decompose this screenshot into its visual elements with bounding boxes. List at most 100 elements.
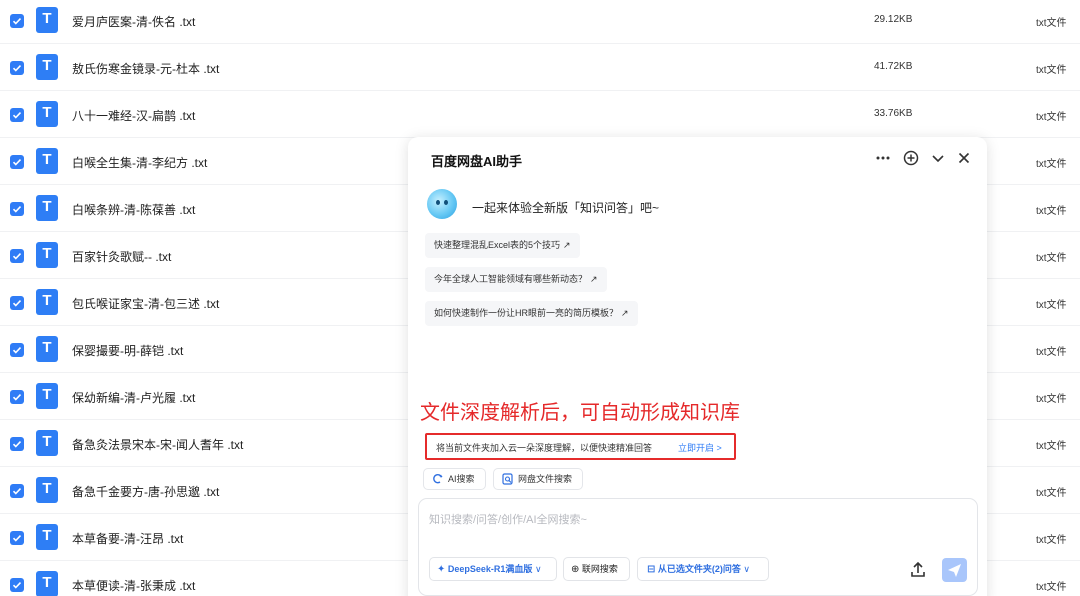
web-search-toggle[interactable]: ⊕ 联网搜索 [563,557,630,581]
row-checkbox[interactable] [10,343,24,357]
ai-assistant-panel: 百度网盘AI助手 一起来体验全新版「知识问答」吧~ 快速整理混乱Excel表的5… [408,137,987,596]
model-selector[interactable]: ✦ DeepSeek-R1满血版 ∨ [429,557,557,581]
enable-kb-link[interactable]: 立即开启 > [678,441,722,454]
txt-file-icon: T [36,477,58,503]
txt-file-icon: T [36,336,58,362]
check-icon [12,18,22,25]
suggestion-2[interactable]: 今年全球人工智能领域有哪些新动态？ ↗ [425,267,607,292]
txt-file-icon: T [36,7,58,33]
chat-input-box[interactable]: 知识搜索/问答/创作/AI全网搜索~ ✦ DeepSeek-R1满血版 ∨ ⊕ … [418,498,978,596]
check-icon [12,65,22,72]
annotation-text: 文件深度解析后，可自动形成知识库 [420,402,740,424]
file-search-icon [502,473,513,485]
file-row[interactable]: T 爱月庐医案-清-佚名 .txt 29.12KB txt文件 [0,0,1080,44]
row-checkbox[interactable] [10,249,24,263]
file-row[interactable]: T 敖氏伤寒金镜录-元-杜本 .txt 41.72KB txt文件 [0,44,1080,91]
file-name[interactable]: 百家针灸歌赋-- .txt [72,248,171,265]
arrow-up-right-icon: ↗ [590,274,598,284]
txt-file-icon: T [36,524,58,550]
sparkle-icon: ✦ [437,564,446,575]
check-icon [12,300,22,307]
txt-file-icon: T [36,101,58,127]
file-name[interactable]: 备急千金要方-唐-孙思邈 .txt [72,483,219,500]
netdisk-search-chip[interactable]: 网盘文件搜索 [493,468,584,490]
check-icon [12,394,22,401]
check-icon [12,535,22,542]
file-type: txt文件 [1036,206,1067,217]
arrow-up-right-icon: ↗ [621,308,629,318]
row-checkbox[interactable] [10,437,24,451]
txt-file-icon: T [36,430,58,456]
row-checkbox[interactable] [10,202,24,216]
txt-file-icon: T [36,383,58,409]
more-icon[interactable] [874,149,892,167]
file-size: 33.76KB [874,108,913,119]
knowledge-base-prompt: 将当前文件夹加入云一朵深度理解，以便快速精准回答 立即开启 > [425,433,736,460]
row-checkbox[interactable] [10,14,24,28]
chat-input-placeholder: 知识搜索/问答/创作/AI全网搜索~ [429,514,587,526]
upload-icon[interactable] [908,560,928,580]
row-checkbox[interactable] [10,155,24,169]
assistant-avatar [427,189,457,219]
kb-prompt-text: 将当前文件夹加入云一朵深度理解，以便快速精准回答 [436,443,653,453]
check-icon [12,112,22,119]
file-name[interactable]: 保婴撮要-明-薛铠 .txt [72,342,183,359]
suggestion-1[interactable]: 快速整理混乱Excel表的5个技巧 ↗ [425,233,580,258]
file-name[interactable]: 敖氏伤寒金镜录-元-杜本 .txt [72,60,219,77]
file-type: txt文件 [1036,535,1067,546]
txt-file-icon: T [36,289,58,315]
close-icon[interactable] [955,149,973,167]
file-name[interactable]: 保幼新编-清-卢光履 .txt [72,389,195,406]
folder-icon: ⊟ [647,564,656,575]
file-type: txt文件 [1036,488,1067,499]
file-type: txt文件 [1036,347,1067,358]
txt-file-icon: T [36,242,58,268]
file-name[interactable]: 白喉全生集-清-李纪方 .txt [72,154,207,171]
file-type: txt文件 [1036,253,1067,264]
check-icon [12,441,22,448]
file-type: txt文件 [1036,394,1067,405]
file-name[interactable]: 八十一难经-汉-扁鹊 .txt [72,107,195,124]
file-name[interactable]: 本草便读-清-张秉成 .txt [72,577,195,594]
row-checkbox[interactable] [10,484,24,498]
panel-title: 百度网盘AI助手 [431,154,523,169]
file-type: txt文件 [1036,441,1067,452]
chevron-down-icon: ∨ [534,564,542,574]
txt-file-icon: T [36,195,58,221]
chevron-down-icon[interactable] [929,149,947,167]
arrow-up-right-icon: ↗ [563,240,571,250]
file-name[interactable]: 白喉条辨-清-陈葆善 .txt [72,201,195,218]
check-icon [12,582,22,589]
ai-search-chip[interactable]: AI搜索 [423,468,486,490]
globe-icon: ⊕ [571,564,580,575]
file-type: txt文件 [1036,18,1067,29]
file-row[interactable]: T 八十一难经-汉-扁鹊 .txt 33.76KB txt文件 [0,91,1080,138]
row-checkbox[interactable] [10,61,24,75]
row-checkbox[interactable] [10,390,24,404]
file-name[interactable]: 备急灸法景宋本-宋-闻人耆年 .txt [72,436,243,453]
row-checkbox[interactable] [10,108,24,122]
check-icon [12,253,22,260]
txt-file-icon: T [36,54,58,80]
send-icon [948,564,961,577]
file-size: 29.12KB [874,14,913,25]
row-checkbox[interactable] [10,578,24,592]
file-type: txt文件 [1036,159,1067,170]
file-name[interactable]: 本草备要-清-汪昂 .txt [72,530,183,547]
folder-scope-selector[interactable]: ⊟ 从已选文件夹(2)问答 ∨ [637,557,769,581]
send-button[interactable] [942,558,967,582]
file-size: 41.72KB [874,61,913,72]
txt-file-icon: T [36,571,58,596]
row-checkbox[interactable] [10,531,24,545]
check-icon [12,206,22,213]
new-chat-icon[interactable] [902,149,920,167]
file-name[interactable]: 包氏喉证家宝-清-包三述 .txt [72,295,219,312]
file-name[interactable]: 爱月庐医案-清-佚名 .txt [72,13,195,30]
file-type: txt文件 [1036,300,1067,311]
txt-file-icon: T [36,148,58,174]
row-checkbox[interactable] [10,296,24,310]
file-type: txt文件 [1036,112,1067,123]
suggestion-3[interactable]: 如何快速制作一份让HR眼前一亮的简历模板？ ↗ [425,301,638,326]
file-type: txt文件 [1036,582,1067,593]
check-icon [12,347,22,354]
